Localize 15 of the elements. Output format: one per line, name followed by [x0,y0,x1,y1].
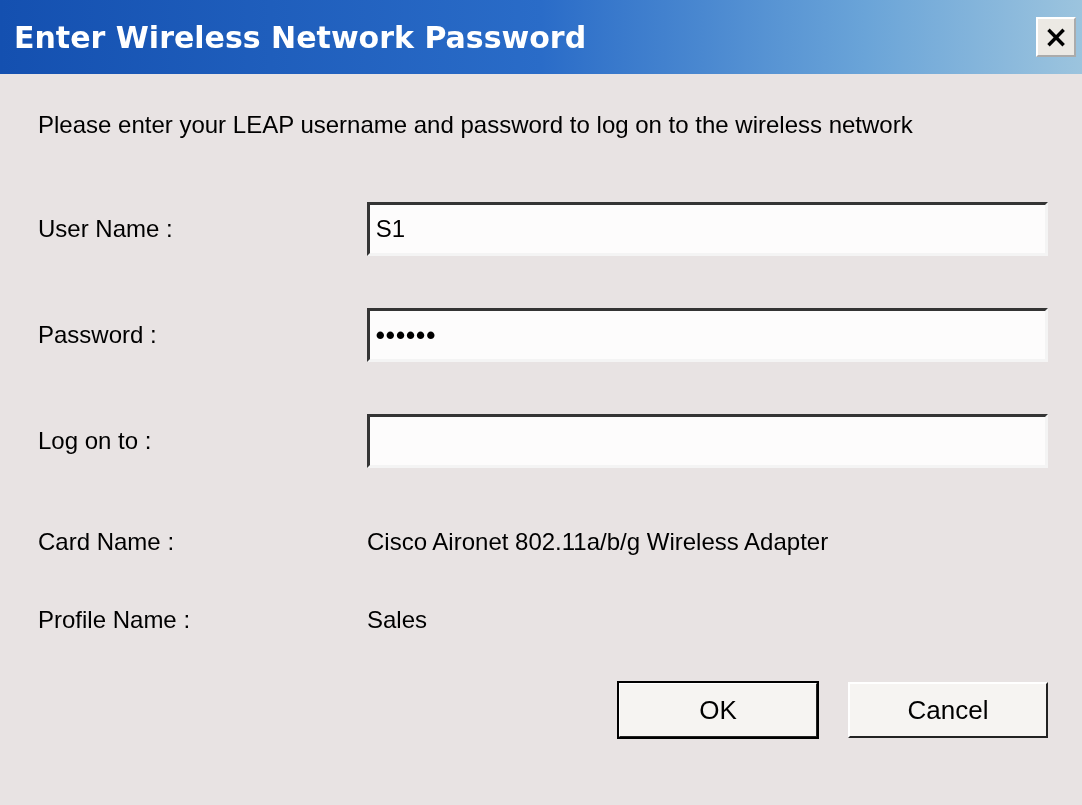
close-button[interactable]: × [1036,17,1076,57]
instruction-text: Please enter your LEAP username and password to log on to the wireless network [38,110,914,140]
field-label: Log on to : [38,427,153,455]
field-label: Password : [38,321,158,349]
field-label: User Name : [38,215,174,243]
info-label: Card Name : [38,528,176,556]
input-field[interactable]: S1 [366,202,1048,256]
dialog-button[interactable]: OK [618,682,818,738]
info-value: Sales [367,606,428,634]
input-field[interactable] [366,414,1048,468]
window-title: Enter Wireless Network Password [14,19,587,55]
info-label: Profile Name : [38,606,192,634]
password-field[interactable]: •••••• [366,308,1048,362]
dialog-button[interactable]: Cancel [848,682,1048,738]
info-value: Cisco Aironet 802.11a/b/g Wireless Adapter [367,528,829,556]
